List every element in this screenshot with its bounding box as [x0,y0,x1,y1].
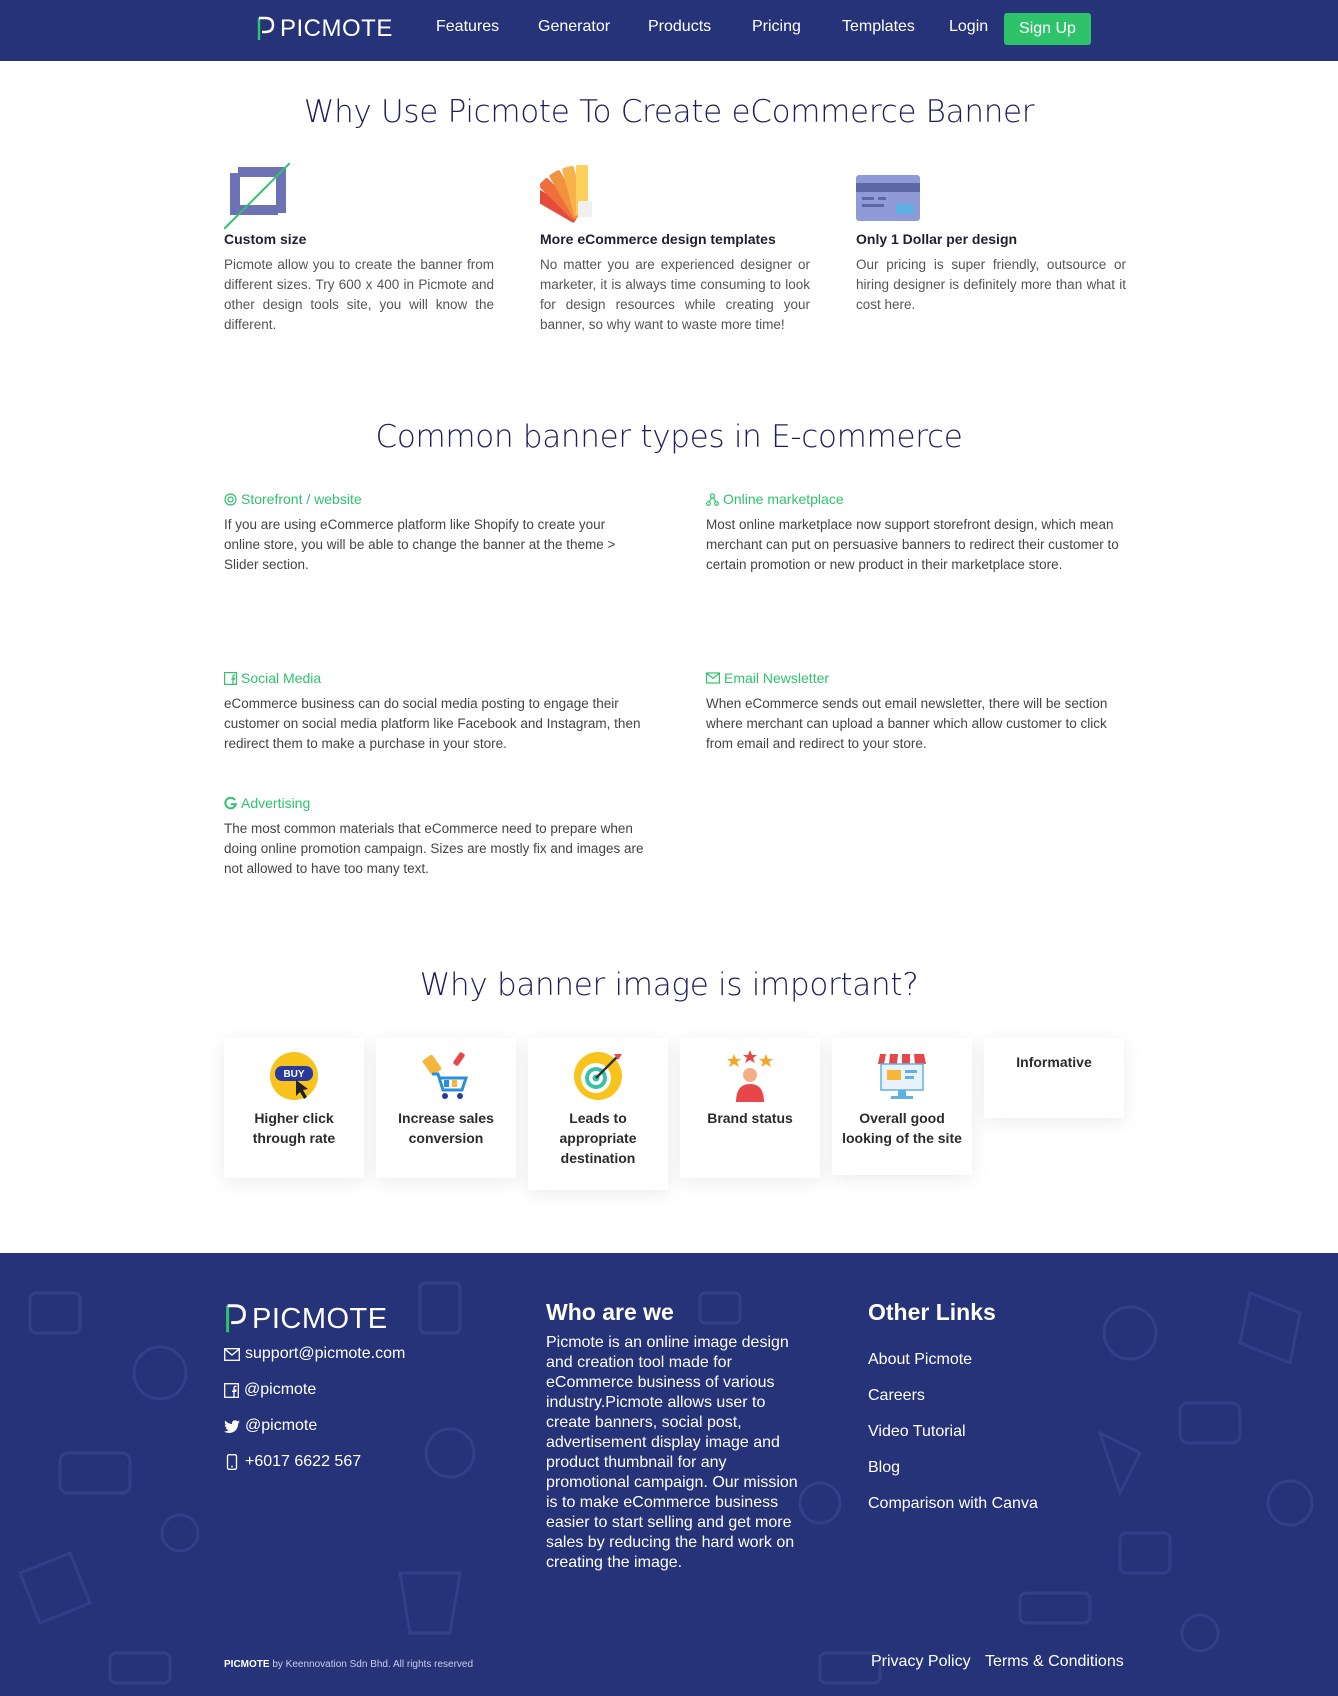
banner-type-desc: If you are using eCommerce platform like… [224,517,616,572]
footer-link-blog[interactable]: Blog [868,1459,900,1477]
card-sales-conversion: Increase sales conversion [376,1038,516,1178]
twitter-icon [224,1419,240,1433]
card-informative: Informative [984,1038,1124,1118]
feature-title: Custom size [224,231,307,247]
google-icon [224,796,237,809]
card-label: Overall good looking of the site [842,1110,962,1146]
card-label: Increase sales conversion [398,1110,494,1146]
feature-title: Only 1 Dollar per design [856,231,1018,247]
footer-facebook-text: @picmote [244,1381,317,1398]
banner-type-title: Storefront / website [241,491,362,507]
feature-templates: More eCommerce design templates No matte… [531,163,810,335]
footer-who-title: Who are we [546,1299,674,1325]
feature-pricing: Only 1 Dollar per design Our pricing is … [856,163,1126,315]
marketplace-icon [706,492,719,506]
banner-type-title: Social Media [241,670,322,686]
feature-desc: Picmote allow you to create the banner f… [224,257,494,332]
nav-links: Features Generator Products Pricing Temp… [0,0,1338,61]
email-icon [706,672,720,684]
why-use-title: Why Use Picmote To Create eCommerce Bann… [303,94,1035,130]
buy-text: BUY [283,1069,304,1080]
copyright-text: by Keennovation Sdn Bhd. All rights rese… [269,1659,474,1670]
card-destination: Leads to appropriate destination [528,1038,668,1190]
footer-email[interactable]: support@picmote.com [224,1345,405,1363]
banner-type-title: Email Newsletter [724,670,830,686]
color-swatch-icon [531,165,592,223]
nav-login[interactable]: Login [949,18,988,36]
footer-facebook[interactable]: @picmote [224,1381,316,1399]
banner-type-desc: The most common materials that eCommerce… [224,821,644,876]
star-person-icon [727,1050,773,1102]
feature-title: More eCommerce design templates [540,231,776,247]
storefront-icon [224,492,237,506]
banner-type-desc: When eCommerce sends out email newslette… [706,696,1108,751]
footer-link-video-tutorial[interactable]: Video Tutorial [868,1423,966,1441]
top-navbar: PICMOTE Features Generator Products Pric… [0,0,1338,61]
banner-type-advertising: Advertising The most common materials th… [224,795,644,879]
footer-link-careers[interactable]: Careers [868,1387,925,1405]
card-click-through: BUY Higher click through rate [224,1038,364,1178]
crop-icon [223,162,291,230]
card-label: Brand status [707,1110,793,1126]
card-site-looking: Overall good looking of the site [832,1038,972,1175]
card-brand-status: Brand status [680,1038,820,1178]
nav-features[interactable]: Features [436,18,499,36]
footer-logo[interactable]: PICMOTE [224,1303,388,1335]
feature-custom-size: Custom size Picmote allow you to create … [223,162,494,335]
logo-mark-icon [226,1304,246,1333]
footer-phone-text: +6017 6622 567 [245,1453,362,1470]
credit-card-icon [856,175,920,221]
banner-type-email: Email Newsletter When eCommerce sends ou… [706,670,1126,754]
footer-link-comparison[interactable]: Comparison with Canva [868,1495,1038,1513]
banner-type-storefront: Storefront / website If you are using eC… [224,491,644,575]
copyright-brand: PICMOTE [224,1659,270,1670]
banner-type-title: Advertising [241,795,311,811]
shopping-cart-icon [422,1052,469,1099]
card-label: Informative [1016,1054,1092,1070]
footer-copyright: PICMOTE by Keennovation Sdn Bhd. All rig… [224,1659,473,1670]
card-label: Leads to appropriate destination [559,1110,637,1166]
nav-products[interactable]: Products [648,18,711,36]
footer-phone[interactable]: +6017 6622 567 [224,1453,361,1471]
footer-link-about[interactable]: About Picmote [868,1351,972,1369]
importance-title: Why banner image is important? [419,967,919,1003]
banner-types-title: Common banner types in E-commerce [375,419,963,455]
footer: PICMOTE support@picmote.com @picmote @pi… [0,1253,1338,1696]
footer-twitter-text: @picmote [245,1417,318,1434]
banner-type-marketplace: Online marketplace Most online marketpla… [706,491,1126,575]
target-icon [574,1052,622,1100]
card-label: Higher click through rate [252,1110,336,1146]
footer-links-title: Other Links [868,1299,996,1325]
nav-pricing[interactable]: Pricing [752,18,801,36]
terms-link[interactable]: Terms & Conditions [985,1653,1124,1671]
feature-desc: Our pricing is super friendly, outsource… [856,257,1126,312]
footer-twitter[interactable]: @picmote [224,1417,317,1435]
banner-type-desc: Most online marketplace now support stor… [706,517,1119,572]
email-icon [224,1347,240,1361]
banner-type-desc: eCommerce business can do social media p… [224,696,641,751]
footer-email-text: support@picmote.com [245,1345,406,1362]
feature-desc: No matter you are experienced designer o… [540,257,810,332]
logo-text: PICMOTE [252,1303,388,1335]
facebook-icon [224,1382,239,1398]
privacy-policy-link[interactable]: Privacy Policy [871,1653,971,1671]
phone-icon [226,1454,238,1470]
banner-type-social: Social Media eCommerce business can do s… [224,670,644,754]
signup-button[interactable]: Sign Up [1004,13,1091,45]
banner-type-title: Online marketplace [723,491,844,507]
buy-button-icon: BUY [270,1052,318,1100]
nav-generator[interactable]: Generator [538,18,610,36]
nav-templates[interactable]: Templates [842,18,915,36]
footer-who-text: Picmote is an online image design and cr… [546,1334,798,1571]
shop-screen-icon [878,1054,926,1099]
facebook-icon [224,671,237,685]
